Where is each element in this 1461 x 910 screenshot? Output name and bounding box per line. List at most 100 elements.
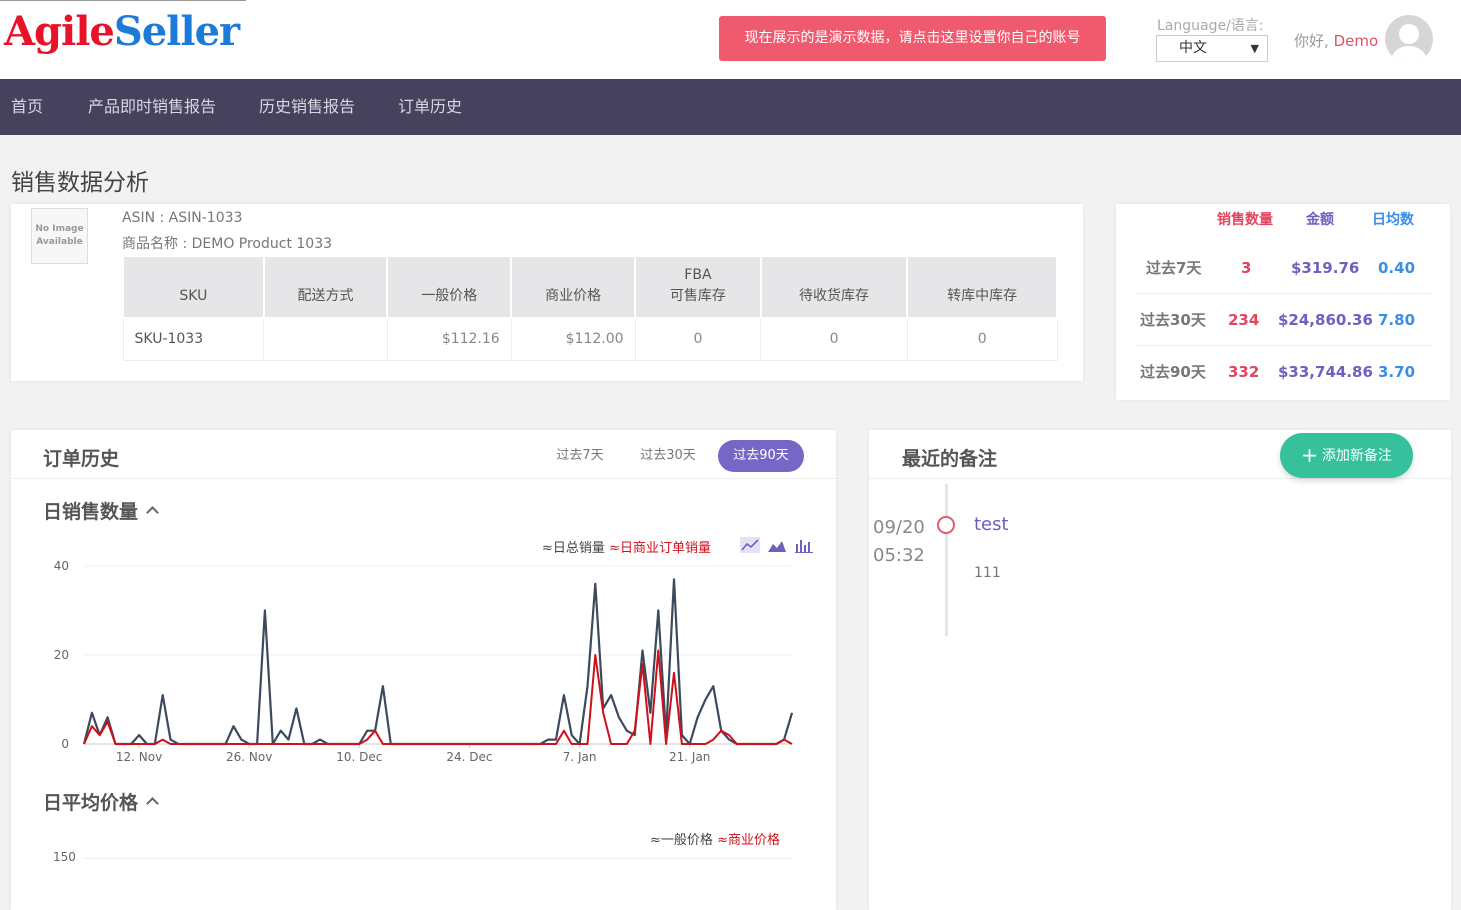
- area-chart-icon[interactable]: [767, 537, 787, 553]
- series-line-business: [83, 649, 793, 745]
- daily-qty-chart: 0 20 40 12. Nov 26. Nov 10. Dec 24. Dec 7. Jan 2…: [54, 559, 794, 764]
- chart-type-switcher: [740, 537, 816, 557]
- x-tick-label: 10. Dec: [336, 750, 382, 764]
- legend-total[interactable]: 日总销量: [553, 541, 605, 556]
- page-title: 销售数据分析: [11, 170, 149, 196]
- table-row: SKU-1033 $112.16 $112.00 0 0 0: [122, 317, 1058, 361]
- y-tick-label: 20: [54, 648, 69, 662]
- language-select[interactable]: 中文 ▼: [1156, 35, 1268, 62]
- greeting-text: 你好,: [1294, 32, 1329, 50]
- stats-header-qty: 销售数量: [1217, 212, 1273, 228]
- line-chart-icon-bg: [740, 537, 760, 553]
- note-body: 111: [974, 565, 1001, 581]
- product-name: 商品名称 : DEMO Product 1033: [122, 236, 333, 252]
- cell-sku: SKU-1033: [122, 317, 265, 361]
- avg-price-legend: ≈一般价格 ≈商业价格: [650, 829, 780, 848]
- chevron-up-icon: [146, 506, 159, 519]
- bar-chart-icon[interactable]: [794, 537, 814, 553]
- bar-chart-icon-bar: [796, 544, 799, 552]
- nav-item-history-report[interactable]: 历史销售报告: [259, 79, 355, 135]
- x-tick-label: 21. Jan: [669, 750, 710, 764]
- cell-fulfillment: [263, 317, 388, 361]
- app-logo[interactable]: AgileSeller: [4, 8, 240, 55]
- tab-7-days[interactable]: 过去7天: [543, 440, 617, 472]
- tab-90-days[interactable]: 过去90天: [718, 440, 804, 472]
- col-fulfillment: 配送方式: [262, 255, 389, 319]
- col-transfer-stock: 转库中库存: [906, 255, 1058, 319]
- avg-price-title[interactable]: 日平均价格: [43, 788, 159, 815]
- nav-item-home[interactable]: 首页: [11, 79, 43, 135]
- legend-normal-price-icon: ≈: [650, 833, 661, 848]
- stats-row-qty: 332: [1228, 363, 1260, 381]
- y-tick-label: 0: [61, 737, 69, 751]
- stats-header-avg: 日均数: [1372, 212, 1414, 228]
- note-time: 05:32: [873, 545, 925, 566]
- col-inbound-stock: 待收货库存: [759, 255, 909, 319]
- order-history-title: 订单历史: [43, 448, 120, 470]
- cell-fba-stock: 0: [634, 317, 762, 361]
- stats-row-avg: 3.70: [1378, 363, 1416, 381]
- note-title[interactable]: test: [974, 514, 1009, 535]
- col-fba-label: FBA: [684, 267, 712, 283]
- user-greeting: 你好, Demo: [1294, 30, 1378, 51]
- card-divider: [869, 478, 1451, 479]
- demo-account-banner[interactable]: 现在展示的是演示数据，请点击这里设置你自己的账号: [719, 16, 1106, 61]
- price-gridline: [83, 858, 793, 859]
- stats-row-avg: 0.40: [1378, 259, 1416, 277]
- timeline-dot-icon: [937, 516, 955, 534]
- nav-item-order-history[interactable]: 订单历史: [398, 79, 462, 135]
- col-sku: SKU: [122, 255, 265, 319]
- avatar[interactable]: [1385, 15, 1433, 63]
- notes-title: 最近的备注: [902, 448, 998, 470]
- product-image-placeholder: No Image Available: [31, 208, 88, 264]
- cell-inbound-stock: 0: [760, 317, 908, 361]
- daily-qty-legend: ≈日总销量 ≈日商业订单销量: [542, 537, 711, 556]
- tab-30-days[interactable]: 过去30天: [630, 440, 706, 472]
- line-chart-icon-svg: [740, 537, 760, 553]
- stats-header-amount: 金额: [1306, 212, 1334, 228]
- no-image-line1: No Image: [35, 224, 84, 234]
- y-tick-label: 40: [54, 559, 69, 573]
- product-asin: ASIN : ASIN-1033: [122, 210, 243, 226]
- cell-transfer-stock: 0: [906, 317, 1058, 361]
- daily-qty-title-text: 日销售数量: [43, 501, 139, 523]
- stats-row-label: 过去7天: [1146, 259, 1202, 277]
- note-timestamp: 09/20 05:32: [873, 514, 925, 570]
- chevron-down-icon: ▼: [1250, 42, 1259, 55]
- legend-business[interactable]: 日商业订单销量: [620, 541, 711, 556]
- daily-qty-title[interactable]: 日销售数量: [43, 497, 159, 524]
- card-divider: [11, 478, 836, 479]
- legend-normal-price[interactable]: 一般价格: [661, 833, 713, 848]
- col-fba-stock: FBA 可售库存: [634, 255, 762, 319]
- bar-chart-icon-bar: [800, 540, 803, 552]
- stats-row-label: 过去90天: [1140, 363, 1206, 381]
- stats-row-avg: 7.80: [1378, 311, 1416, 329]
- stats-row-90d: 过去90天 332 $33,744.86 3.70: [1136, 346, 1432, 398]
- x-tick-label: 24. Dec: [446, 750, 492, 764]
- add-note-button[interactable]: + 添加新备注: [1280, 433, 1413, 478]
- main-nav: 首页 产品即时销售报告 历史销售报告 订单历史: [0, 79, 1461, 135]
- add-note-label: 添加新备注: [1321, 448, 1392, 464]
- sku-table: SKU 配送方式 一般价格 商业价格 FBA 可售库存 待收货库存 转库中库存 S…: [122, 255, 1058, 361]
- cell-business-price: $112.00: [510, 317, 636, 361]
- col-normal-price: 一般价格: [386, 255, 513, 319]
- avg-price-title-text: 日平均价格: [43, 792, 139, 814]
- stats-row-7d: 过去7天 3 $319.76 0.40: [1136, 242, 1432, 294]
- logo-text-agile: Agile: [4, 8, 115, 55]
- top-header: AgileSeller 现在展示的是演示数据，请点击这里设置你自己的账号 Lan…: [0, 0, 1461, 79]
- x-tick-label: 7. Jan: [563, 750, 597, 764]
- bar-chart-icon-axis: [795, 552, 814, 553]
- stats-row-label: 过去30天: [1140, 311, 1206, 329]
- nav-item-realtime-report[interactable]: 产品即时销售报告: [88, 79, 216, 135]
- note-date: 09/20: [873, 517, 925, 538]
- area-chart-icon-svg: [768, 541, 787, 552]
- legend-total-icon: ≈: [542, 541, 553, 556]
- avatar-body: [1391, 46, 1427, 63]
- line-chart-icon[interactable]: [740, 537, 760, 553]
- cell-normal-price: $112.16: [386, 317, 512, 361]
- username-link[interactable]: Demo: [1334, 32, 1379, 50]
- notes-card: [869, 430, 1451, 910]
- price-axis-tick: 150: [53, 850, 76, 864]
- legend-business-price[interactable]: 商业价格: [728, 833, 780, 848]
- series-line-total: [82, 578, 794, 746]
